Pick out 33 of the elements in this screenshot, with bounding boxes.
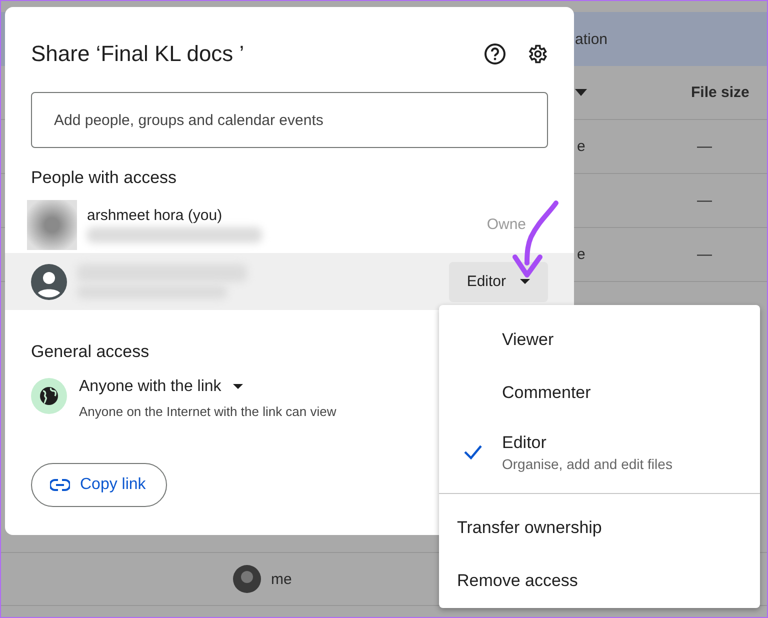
section-heading: General access bbox=[30, 342, 150, 362]
table-cell-text: e bbox=[577, 138, 586, 155]
globe-icon bbox=[31, 378, 67, 414]
section-heading: People with access bbox=[30, 168, 178, 188]
table-cell-text: — bbox=[697, 192, 713, 209]
avatar-icon bbox=[31, 264, 67, 300]
menu-item[interactable]: Commenter bbox=[439, 366, 760, 420]
table-cell-text: e bbox=[577, 246, 586, 263]
dialog-title: Share ‘Final KL docs ’ bbox=[31, 41, 244, 67]
table-cell-text: — bbox=[697, 246, 713, 263]
avatar bbox=[27, 200, 77, 250]
owner-name: me bbox=[271, 570, 292, 588]
role-dropdown[interactable]: Editor bbox=[448, 262, 548, 302]
help-icon[interactable] bbox=[484, 43, 506, 65]
caret-icon bbox=[520, 278, 530, 284]
role-label: Owne bbox=[486, 216, 526, 233]
menu-item[interactable]: Remove access bbox=[439, 554, 760, 608]
menu-item[interactable]: Viewer bbox=[439, 313, 760, 366]
column-header[interactable]: File size bbox=[691, 84, 767, 101]
menu-item[interactable]: Editor Organise, add and edit files bbox=[439, 419, 760, 485]
access-description: Anyone on the Internet with the link can view bbox=[79, 404, 338, 419]
link-icon bbox=[50, 479, 70, 491]
check-icon bbox=[463, 444, 483, 460]
settings-icon[interactable] bbox=[526, 43, 548, 65]
caret-icon bbox=[233, 384, 244, 390]
person-name: arshmeet hora (you) bbox=[87, 206, 224, 224]
copy-link-button[interactable]: Copy link bbox=[31, 463, 167, 507]
avatar-icon bbox=[233, 565, 261, 593]
caret-icon bbox=[575, 88, 587, 96]
menu-item[interactable]: Transfer ownership bbox=[439, 502, 760, 555]
header-text: ation bbox=[575, 30, 608, 48]
search-field[interactable]: Add people, groups and calendar events bbox=[31, 92, 548, 148]
table-cell-text: — bbox=[697, 138, 713, 155]
